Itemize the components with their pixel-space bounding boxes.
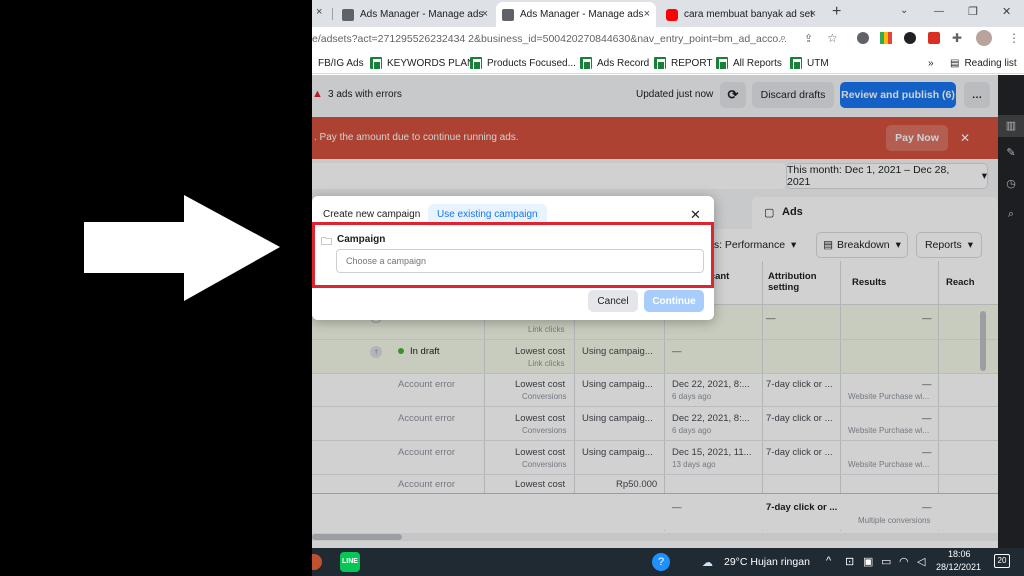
network-icon[interactable]: ⊡ (845, 555, 854, 568)
ads-manager-favicon-icon (342, 8, 354, 21)
extensions-puzzle-icon[interactable]: ✚ (952, 31, 962, 45)
history-icon[interactable]: ◷ (1005, 178, 1017, 190)
extension-red-icon[interactable] (928, 32, 940, 44)
tab-strip: × Ads Manager - Manage ads × Ads Manager… (312, 0, 1024, 27)
taskbar-app-icon[interactable] (312, 554, 322, 570)
weather-text[interactable]: 29°C Hujan ringan (724, 556, 810, 568)
notification-badge[interactable]: 20 (994, 554, 1010, 568)
bookmark-report[interactable]: REPORT (654, 55, 713, 71)
url-text[interactable]: e/adsets?act=271295526232434 2&business_… (312, 27, 787, 52)
menu-kebab-icon[interactable]: ⋮ (1008, 31, 1020, 45)
bookmark-all-reports[interactable]: All Reports (716, 55, 782, 71)
edit-icon[interactable]: ✎ (1005, 147, 1017, 159)
extension-chart-icon[interactable] (880, 32, 892, 44)
clock-time[interactable]: 18:06 (948, 549, 971, 559)
bookmark-fbig-ads[interactable]: FB/IG Ads (318, 55, 364, 71)
bookmark-ads-record[interactable]: Ads Record (580, 55, 649, 71)
reading-list-button[interactable]: ▤ Reading list (950, 55, 1017, 71)
profile-avatar[interactable] (976, 30, 992, 46)
tab-close-icon[interactable]: × (316, 6, 322, 18)
tab-close-icon[interactable]: × (482, 8, 488, 20)
continue-button[interactable]: Continue (644, 290, 704, 312)
wifi-icon[interactable]: ◠ (899, 555, 909, 568)
share-icon[interactable]: ⇪ (804, 32, 813, 45)
restore-button[interactable]: ❐ (968, 5, 978, 18)
zoom-icon[interactable]: ⌕ (780, 32, 786, 45)
bookmark-products-focused[interactable]: Products Focused... (470, 55, 576, 71)
bookmark-star-icon[interactable]: ☆ (827, 31, 838, 45)
minimize-button[interactable]: — (934, 6, 944, 17)
tab-ads-manager-1[interactable]: Ads Manager - Manage ads × (336, 2, 494, 27)
tab-youtube[interactable]: cara membuat banyak ad set × (660, 2, 822, 27)
extension-link-icon[interactable] (857, 32, 869, 44)
sheets-icon (470, 57, 482, 71)
bookmark-keywords-plan[interactable]: KEYWORDS PLAN (370, 55, 474, 71)
pointer-arrow-icon (84, 195, 280, 301)
sheets-icon (716, 57, 728, 71)
sheets-icon (370, 57, 382, 71)
sheets-icon (654, 57, 666, 71)
clock-date[interactable]: 28/12/2021 (936, 562, 981, 572)
tab-title: Ads Manager - Manage ads (520, 9, 644, 20)
cloud-icon: ☁ (702, 557, 713, 569)
tab-close-icon[interactable]: × (644, 8, 650, 20)
more-bookmarks-button[interactable]: » (928, 55, 934, 71)
bookmarks-bar: FB/IG Ads KEYWORDS PLAN Products Focused… (312, 52, 1024, 74)
tab-title: Ads Manager - Manage ads (360, 9, 484, 20)
cancel-button[interactable]: Cancel (588, 290, 638, 312)
extension-k-icon[interactable] (904, 32, 916, 44)
address-bar[interactable]: e/adsets?act=271295526232434 2&business_… (312, 27, 1024, 52)
close-window-button[interactable]: ✕ (1002, 5, 1011, 18)
help-icon[interactable]: ? (652, 553, 670, 571)
chart-icon[interactable]: ▥ (1005, 120, 1017, 132)
display-icon[interactable]: ▣ (863, 555, 873, 568)
tab-close-icon[interactable]: × (810, 8, 816, 20)
zoom-search-icon[interactable]: ⌕ (1005, 208, 1017, 220)
tab-search-icon[interactable]: ⌄ (900, 5, 908, 16)
chevron-up-icon[interactable]: ^ (826, 555, 831, 567)
sheets-icon (790, 57, 802, 71)
volume-icon[interactable]: ◁ (917, 555, 925, 568)
line-app-icon[interactable]: LINE (340, 552, 360, 572)
reading-list-icon: ▤ (950, 57, 960, 69)
screenshot: × Ads Manager - Manage ads × Ads Manager… (0, 0, 1024, 576)
tab-title: cara membuat banyak ad set (684, 9, 813, 20)
battery-icon[interactable]: ▭ (881, 555, 891, 568)
right-sidebar: ▥ ✎ ◷ ⌕ (998, 75, 1024, 548)
highlight-annotation-box (312, 222, 714, 288)
ads-manager-favicon-icon (502, 8, 514, 21)
new-tab-button[interactable]: + (832, 3, 841, 21)
bookmark-utm[interactable]: UTM (790, 55, 829, 71)
sheets-icon (580, 57, 592, 71)
windows-taskbar: LINE ? ☁ 29°C Hujan ringan ^ ⊡ ▣ ▭ ◠ ◁ 1… (312, 548, 1024, 576)
tab-ads-manager-2[interactable]: Ads Manager - Manage ads × (496, 2, 656, 27)
modal-close-icon[interactable]: ✕ (690, 207, 701, 223)
youtube-favicon-icon (666, 8, 678, 21)
